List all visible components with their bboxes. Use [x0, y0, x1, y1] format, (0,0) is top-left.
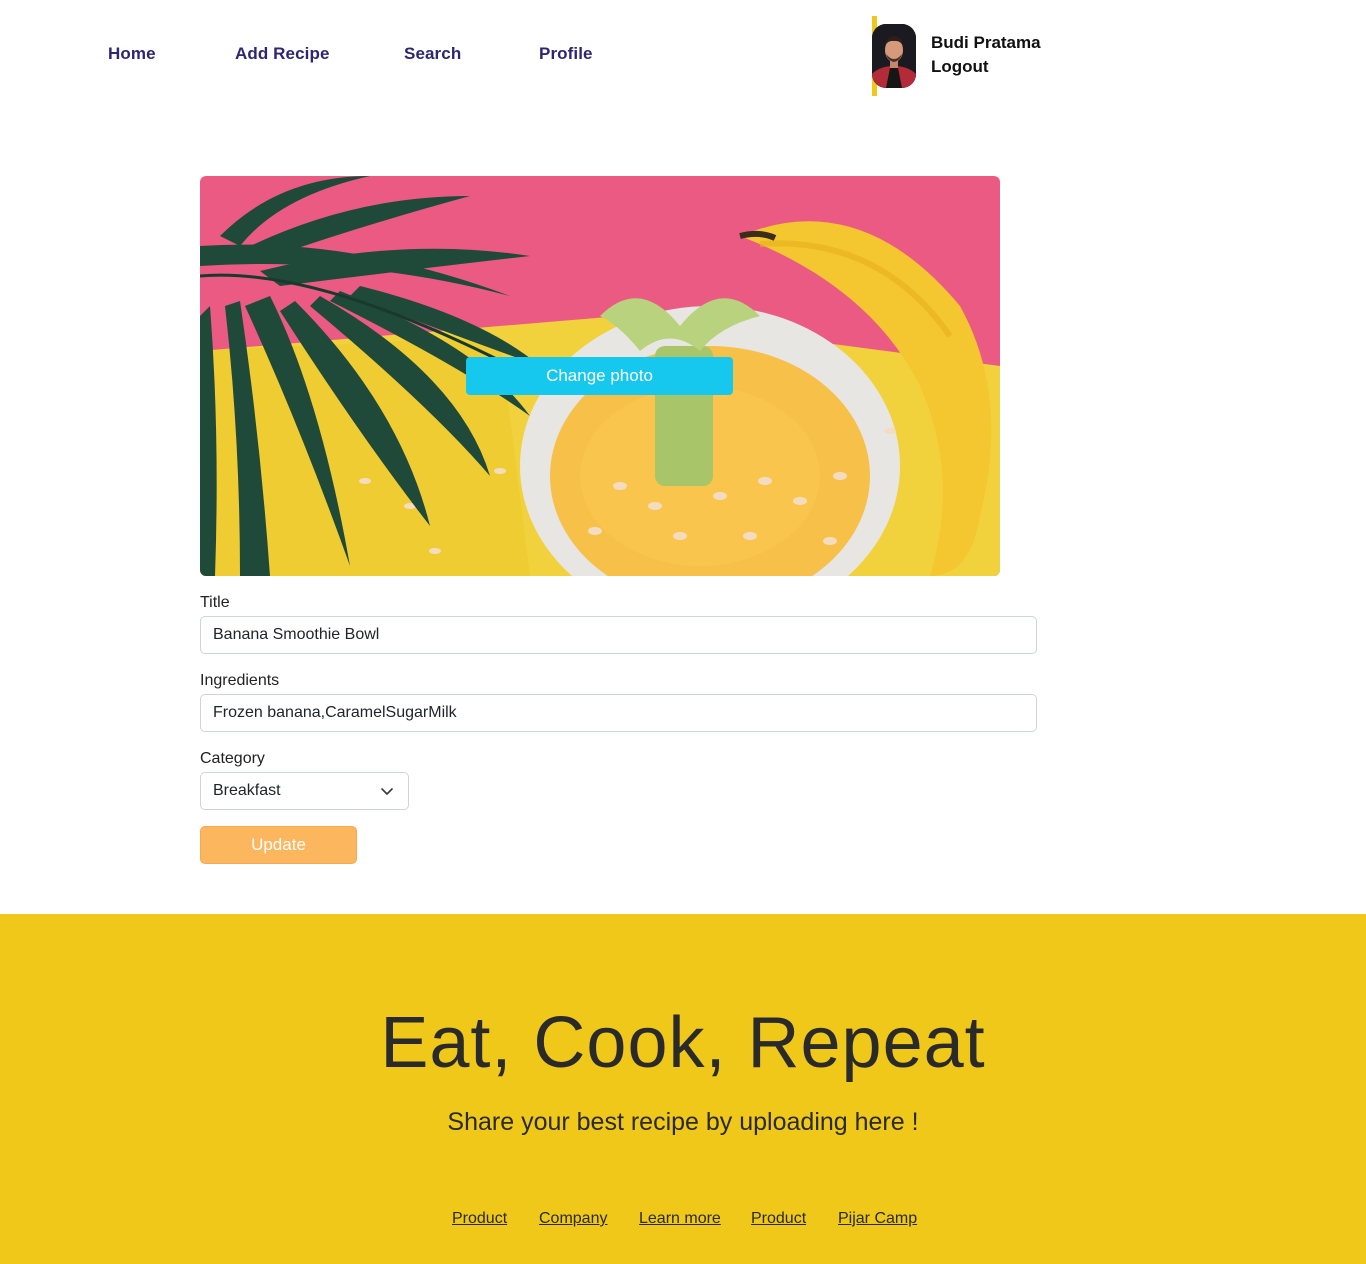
ingredients-label: Ingredients [200, 672, 280, 689]
avatar-portrait-icon [872, 24, 916, 88]
category-label: Category [200, 750, 265, 767]
nav-search-link[interactable]: Search [404, 44, 461, 64]
footer-subtitle: Share your best recipe by uploading here… [447, 1108, 919, 1136]
category-select[interactable]: Breakfast [200, 772, 409, 810]
footer-link-product[interactable]: Product [452, 1210, 507, 1228]
top-navbar: Home Add Recipe Search Profile Budi Prat… [0, 0, 1366, 110]
nav-home-link[interactable]: Home [108, 44, 156, 64]
footer: Eat, Cook, Repeat Share your best recipe… [0, 914, 1366, 1264]
title-input[interactable] [200, 616, 1037, 654]
avatar[interactable] [872, 24, 916, 88]
ingredients-input[interactable] [200, 694, 1037, 732]
footer-link-company[interactable]: Company [539, 1210, 607, 1228]
nav-profile-link[interactable]: Profile [539, 44, 593, 64]
chevron-down-icon [381, 788, 393, 795]
update-button[interactable]: Update [200, 826, 357, 864]
logout-link[interactable]: Logout [931, 57, 989, 77]
user-name: Budi Pratama [931, 33, 1041, 52]
footer-link-product-2[interactable]: Product [751, 1210, 806, 1228]
footer-link-learn-more[interactable]: Learn more [639, 1210, 721, 1228]
title-label: Title [200, 594, 230, 611]
footer-link-pijar-camp[interactable]: Pijar Camp [838, 1210, 917, 1228]
footer-title: Eat, Cook, Repeat [380, 1003, 986, 1083]
nav-add-recipe-link[interactable]: Add Recipe [235, 44, 330, 64]
change-photo-button[interactable]: Change photo [466, 357, 733, 395]
category-selected-value: Breakfast [213, 782, 281, 799]
